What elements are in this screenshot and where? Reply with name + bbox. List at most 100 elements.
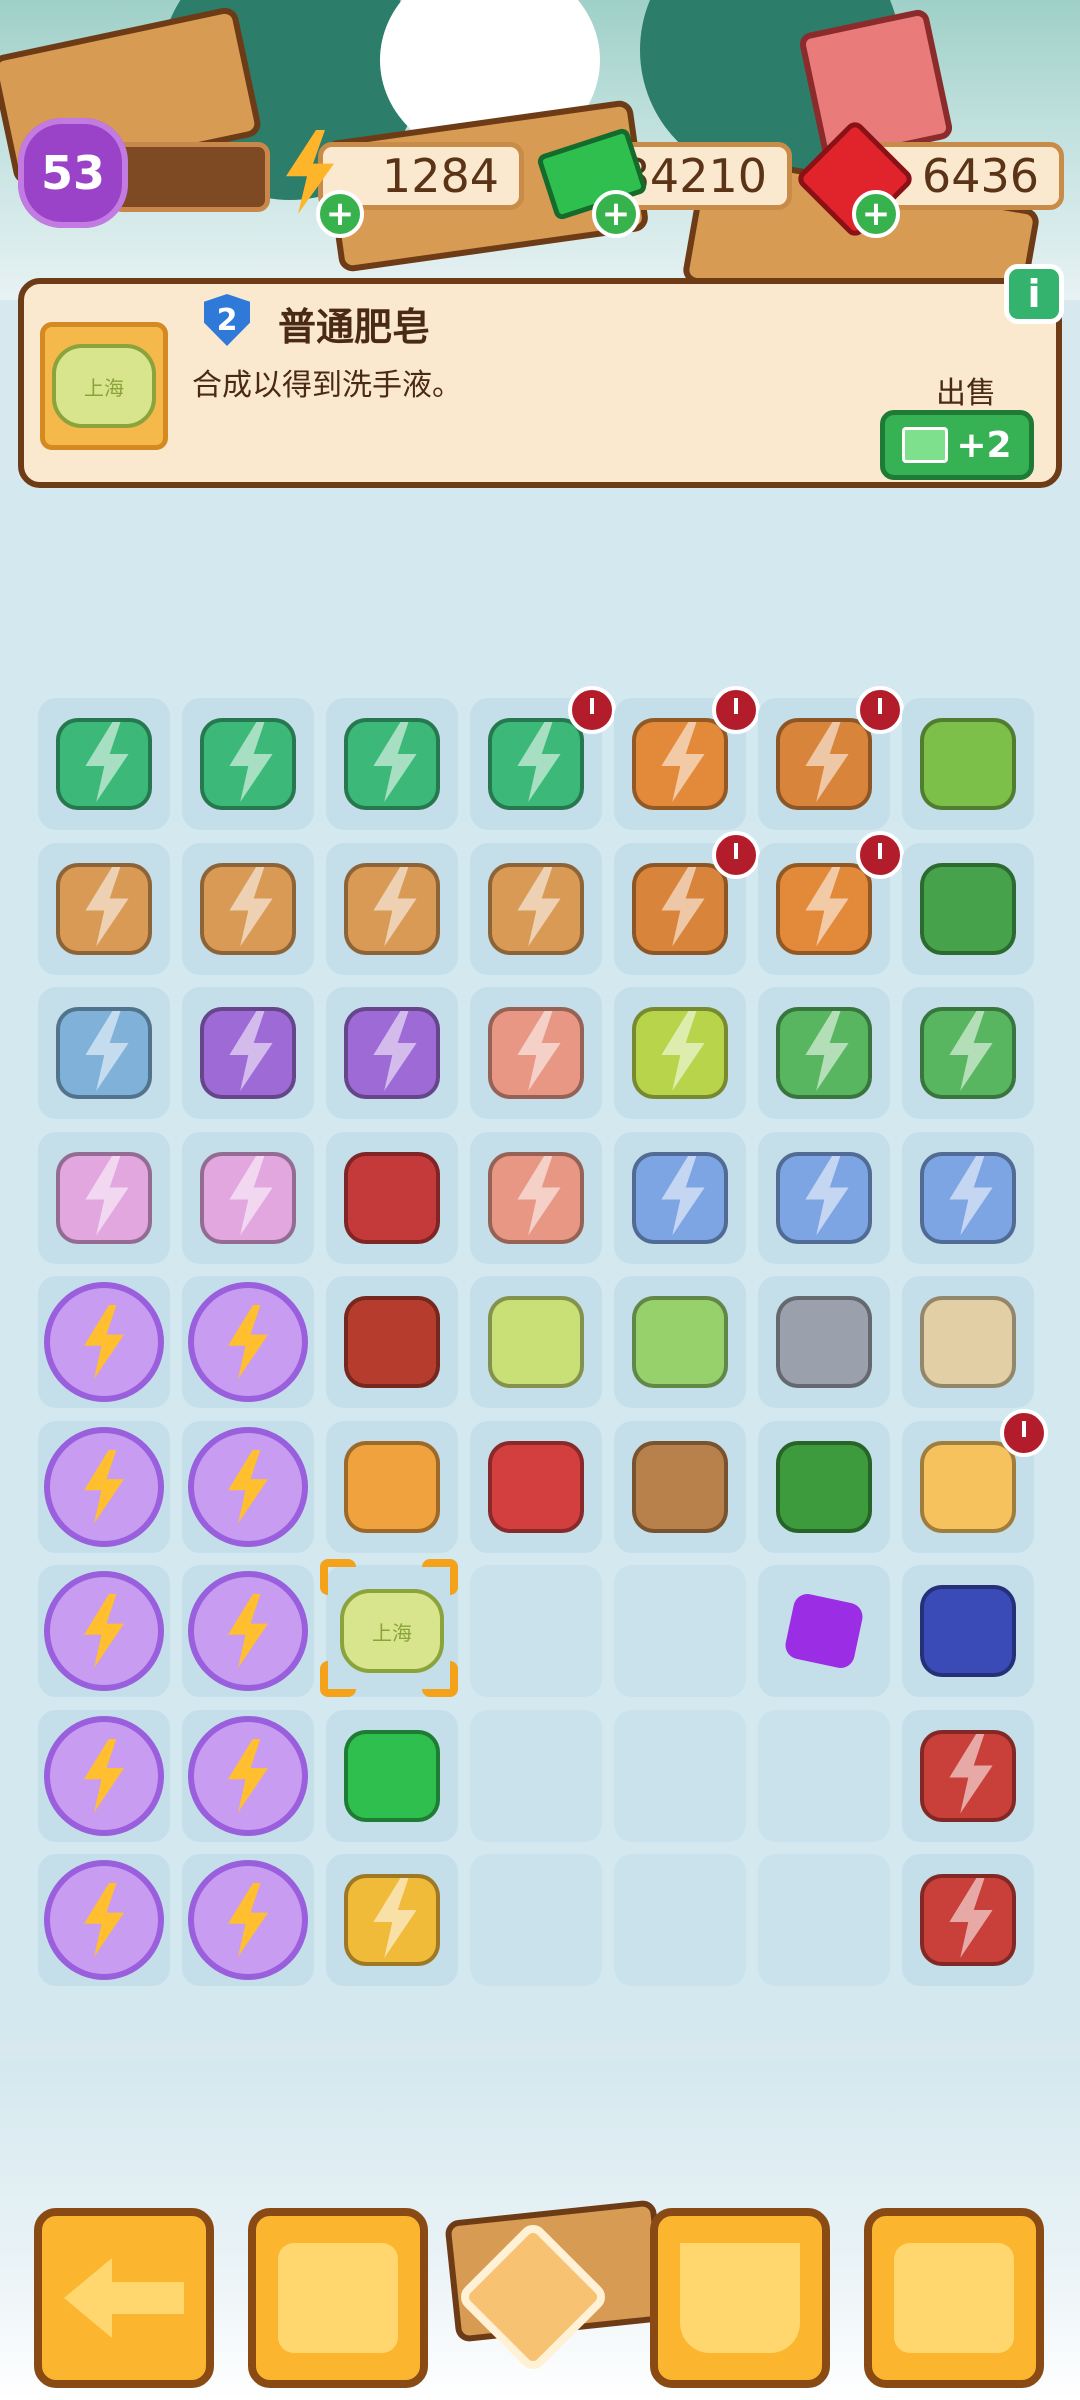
board-cell[interactable]	[326, 698, 458, 830]
board-cell[interactable]	[38, 1276, 170, 1408]
board-cell[interactable]	[38, 1565, 170, 1697]
board-cell[interactable]	[326, 1709, 458, 1842]
board-cell[interactable]	[38, 698, 170, 830]
selection-corner	[320, 1661, 356, 1697]
wood-bench-icon	[332, 849, 452, 969]
board-cell[interactable]	[614, 1854, 746, 1986]
board-cell[interactable]	[758, 830, 904, 975]
board-cell[interactable]	[38, 1709, 170, 1842]
lucky-cat-icon	[332, 1860, 452, 1980]
back-button[interactable]	[34, 2208, 214, 2388]
blossom-tree-shape	[200, 1151, 296, 1244]
add-cash-button[interactable]: +	[592, 190, 640, 238]
board-cell[interactable]	[614, 1565, 746, 1697]
board-cell[interactable]	[614, 1131, 746, 1264]
basket-button[interactable]	[650, 2208, 830, 2388]
board-cell[interactable]	[902, 698, 1034, 830]
item-level: 2	[216, 302, 238, 338]
energy-orb-icon	[188, 1860, 308, 1980]
add-energy-button[interactable]: +	[316, 190, 364, 238]
board-cell[interactable]	[38, 842, 170, 975]
board-cell[interactable]	[758, 1276, 890, 1408]
flower-basket-icon	[908, 704, 1028, 824]
board-cell[interactable]	[902, 842, 1034, 975]
board-cell[interactable]	[758, 987, 890, 1119]
crate-pallet-icon	[620, 1138, 740, 1258]
board-cell[interactable]	[182, 1131, 314, 1264]
bolt-icon	[84, 1449, 124, 1524]
timer-icon	[712, 686, 760, 734]
board-cell[interactable]	[326, 1131, 458, 1264]
blossom-tree-shape	[56, 1151, 152, 1244]
stroller-shape	[776, 1007, 872, 1099]
board-cell[interactable]	[470, 1709, 602, 1842]
board-cell[interactable]	[470, 686, 616, 830]
board-cell[interactable]	[902, 1709, 1034, 1842]
board-cell[interactable]	[902, 1131, 1034, 1264]
plane-icon	[332, 993, 452, 1113]
board-cell[interactable]	[614, 1709, 746, 1842]
board-cell[interactable]	[614, 1420, 746, 1553]
board-cell[interactable]	[182, 1709, 314, 1842]
board-cell[interactable]	[470, 1131, 602, 1264]
board-cell[interactable]	[182, 1420, 314, 1553]
board-cell[interactable]	[470, 987, 602, 1119]
item-thumbnail: 上海	[40, 322, 168, 450]
board-cell[interactable]	[470, 1565, 602, 1697]
sell-button[interactable]: +2	[880, 410, 1034, 480]
backpack-button[interactable]	[248, 2208, 428, 2388]
board-cell[interactable]	[614, 987, 746, 1119]
add-gem-button[interactable]: +	[852, 190, 900, 238]
board-cell[interactable]	[470, 842, 602, 975]
board-cell[interactable]	[326, 987, 458, 1119]
board-cell[interactable]	[326, 842, 458, 975]
board-cell[interactable]	[470, 1276, 602, 1408]
board-cell[interactable]	[614, 1276, 746, 1408]
board-cell[interactable]	[326, 1276, 458, 1408]
backpack-icon	[278, 2243, 398, 2353]
board-cell[interactable]	[182, 1565, 314, 1697]
board-cell[interactable]	[902, 1565, 1034, 1697]
vase-shape	[776, 718, 872, 810]
backpack-icon	[908, 1860, 1028, 1980]
board-cell[interactable]	[758, 1565, 890, 1697]
board-cell[interactable]	[38, 987, 170, 1119]
board-cell[interactable]	[182, 987, 314, 1119]
flower-pot-icon	[476, 1138, 596, 1258]
stroller-icon	[764, 993, 884, 1113]
board-cell[interactable]	[614, 830, 760, 975]
board-cell[interactable]	[182, 842, 314, 975]
tasks-button[interactable]	[864, 2208, 1044, 2388]
board-cell[interactable]	[902, 1276, 1034, 1408]
board-cell[interactable]	[326, 1854, 458, 1986]
jet-ski-shape	[56, 1007, 152, 1099]
board-cell[interactable]	[182, 1854, 314, 1986]
board-cell[interactable]	[758, 1854, 890, 1986]
board-cell[interactable]	[38, 1420, 170, 1553]
bolt-icon	[84, 1738, 124, 1813]
level-number: 53	[40, 146, 105, 200]
board-cell[interactable]	[470, 1420, 602, 1553]
board-cell[interactable]	[902, 1408, 1048, 1553]
energy-orb-icon	[188, 1571, 308, 1691]
board-cell[interactable]	[38, 1854, 170, 1986]
board-cell[interactable]: 上海	[320, 1559, 458, 1697]
board-cell[interactable]	[758, 1131, 890, 1264]
board-cell[interactable]	[38, 1131, 170, 1264]
board-cell[interactable]	[326, 1420, 458, 1553]
board-cell[interactable]	[758, 1709, 890, 1842]
board-cell[interactable]	[902, 987, 1034, 1119]
board-cell[interactable]	[758, 1420, 890, 1553]
energy-orb-icon	[44, 1860, 164, 1980]
gem-value: 6436	[921, 149, 1039, 203]
board-cell[interactable]	[470, 1854, 602, 1986]
board-cell[interactable]	[758, 686, 904, 830]
board-cell[interactable]	[182, 1276, 314, 1408]
gloves-shape	[488, 1440, 584, 1533]
board-cell[interactable]	[182, 698, 314, 830]
board-cell[interactable]	[614, 686, 760, 830]
wood-bench-icon	[188, 849, 308, 969]
board-cell[interactable]	[902, 1854, 1034, 1986]
sell-value: +2	[956, 424, 1012, 466]
info-button[interactable]: i	[1004, 264, 1064, 324]
